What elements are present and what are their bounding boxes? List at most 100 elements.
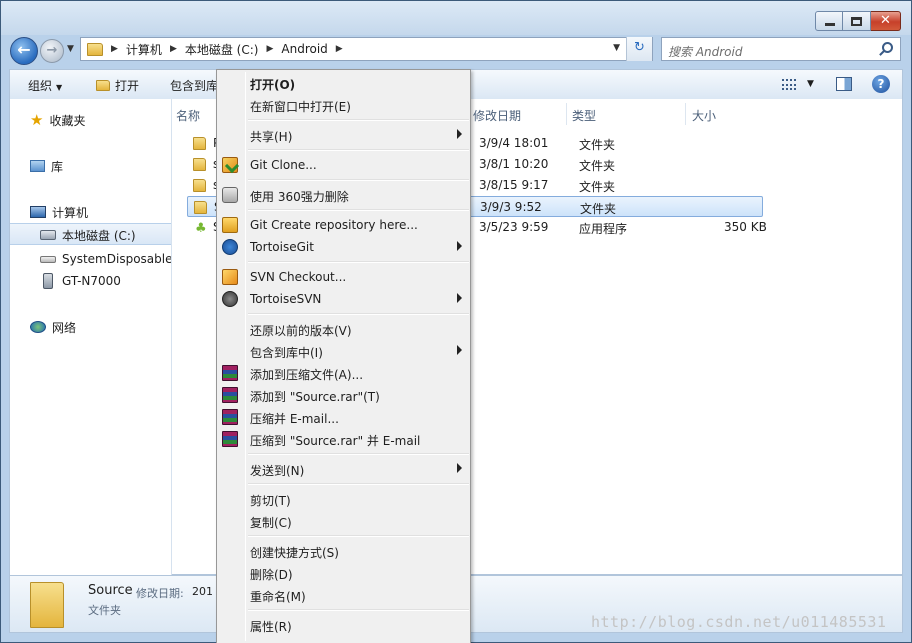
folder-icon bbox=[193, 137, 206, 150]
menu-item-label: 使用 360强力删除 bbox=[250, 190, 349, 204]
nav-item-libraries[interactable]: 库 bbox=[30, 156, 63, 176]
back-button[interactable]: ← bbox=[10, 37, 38, 65]
search-input[interactable]: 搜索 Android bbox=[661, 37, 901, 61]
breadcrumb-separator-icon[interactable]: ▶ bbox=[170, 44, 177, 54]
include-in-library-button[interactable]: 包含到库 bbox=[170, 77, 218, 94]
menu-item-label: 压缩并 E-mail... bbox=[250, 412, 339, 426]
menu-separator bbox=[248, 313, 469, 315]
menu-item-include-in-library[interactable]: 包含到库中(I) bbox=[219, 340, 468, 362]
menu-item-label: 打开(O) bbox=[250, 78, 296, 92]
column-separator[interactable] bbox=[685, 103, 686, 125]
file-date: 3/5/23 9:59 bbox=[479, 220, 549, 234]
menu-item-open-new-window[interactable]: 在新窗口中打开(E) bbox=[219, 94, 468, 116]
menu-item-label: 包含到库中(I) bbox=[250, 346, 323, 360]
menu-item-svn-checkout[interactable]: SVN Checkout... bbox=[219, 266, 468, 288]
column-header-date[interactable]: 修改日期 bbox=[467, 99, 571, 127]
column-header-type[interactable]: 类型 bbox=[572, 99, 596, 127]
view-options-chevron-icon[interactable]: ▼ bbox=[807, 79, 814, 89]
close-icon: ✕ bbox=[880, 13, 891, 28]
menu-item-label: 删除(D) bbox=[250, 568, 293, 582]
menu-item-compress-and-email[interactable]: 压缩并 E-mail... bbox=[219, 406, 468, 428]
preview-pane-icon[interactable] bbox=[836, 77, 852, 91]
menu-item-360-force-delete[interactable]: 使用 360强力删除 bbox=[219, 184, 468, 206]
nav-item-computer[interactable]: 计算机 bbox=[30, 202, 88, 222]
menu-item-label: 创建快捷方式(S) bbox=[250, 546, 339, 560]
folder-large-icon bbox=[30, 582, 64, 628]
minimize-button[interactable] bbox=[815, 11, 843, 31]
folder-icon bbox=[193, 158, 206, 171]
column-separator[interactable] bbox=[566, 103, 567, 125]
nav-item-network[interactable]: 网络 bbox=[30, 317, 76, 337]
menu-item-delete[interactable]: 删除(D) bbox=[219, 562, 468, 584]
column-header-name[interactable]: 名称 bbox=[176, 99, 200, 127]
address-bar[interactable]: ▶ 计算机 ▶ 本地磁盘 (C:) ▶ Android ▶ ▼ ↻ bbox=[80, 37, 653, 61]
folder-icon bbox=[194, 201, 207, 214]
details-type: 文件夹 bbox=[88, 604, 121, 617]
help-icon[interactable]: ? bbox=[872, 75, 890, 93]
close-button[interactable]: ✕ bbox=[871, 11, 901, 31]
menu-item-git-clone[interactable]: Git Clone... bbox=[219, 154, 468, 176]
android-app-icon: ♣ bbox=[195, 221, 207, 236]
file-type: 文件夹 bbox=[579, 159, 616, 173]
file-date: 3/9/4 18:01 bbox=[479, 136, 549, 150]
forward-button[interactable]: → bbox=[40, 39, 64, 63]
maximize-button[interactable] bbox=[843, 11, 871, 31]
breadcrumb-local-disk[interactable]: 本地磁盘 (C:) bbox=[185, 41, 259, 58]
nav-item-system-disposable[interactable]: SystemDisposableI bbox=[40, 249, 171, 269]
nav-item-label: 计算机 bbox=[52, 205, 89, 220]
refresh-button[interactable]: ↻ bbox=[626, 37, 652, 61]
change-view-icon[interactable] bbox=[782, 79, 796, 90]
file-date: 3/8/15 9:17 bbox=[479, 178, 549, 192]
menu-item-compress-source-and-email[interactable]: 压缩到 "Source.rar" 并 E-mail bbox=[219, 428, 468, 450]
breadcrumb-separator-icon[interactable]: ▶ bbox=[111, 44, 118, 54]
menu-item-label: 复制(C) bbox=[250, 516, 292, 530]
favorites-star-icon: ★ bbox=[30, 111, 44, 129]
menu-separator bbox=[248, 209, 469, 211]
organize-button[interactable]: 组织 ▼ bbox=[28, 77, 62, 94]
menu-item-tortoisesvn[interactable]: TortoiseSVN bbox=[219, 288, 468, 310]
nav-item-label: 本地磁盘 (C:) bbox=[62, 228, 136, 243]
nav-item-gt-n7000[interactable]: GT-N7000 bbox=[40, 271, 121, 291]
git-clone-icon bbox=[222, 157, 238, 173]
menu-item-add-to-source-rar[interactable]: 添加到 "Source.rar"(T) bbox=[219, 384, 468, 406]
breadcrumb-separator-icon[interactable]: ▶ bbox=[266, 44, 273, 54]
menu-separator bbox=[248, 453, 469, 455]
breadcrumb-separator-icon[interactable]: ▶ bbox=[336, 44, 343, 54]
folder-icon bbox=[87, 42, 103, 56]
menu-item-properties[interactable]: 属性(R) bbox=[219, 614, 468, 636]
menu-item-label: 压缩到 "Source.rar" 并 E-mail bbox=[250, 434, 421, 448]
menu-item-rename[interactable]: 重命名(M) bbox=[219, 584, 468, 606]
menu-item-add-to-archive[interactable]: 添加到压缩文件(A)... bbox=[219, 362, 468, 384]
navigation-row: ← → ▼ ▶ 计算机 ▶ 本地磁盘 (C:) ▶ Android ▶ ▼ ↻ … bbox=[1, 35, 911, 65]
menu-item-create-shortcut[interactable]: 创建快捷方式(S) bbox=[219, 540, 468, 562]
menu-item-git-create-repository[interactable]: Git Create repository here... bbox=[219, 214, 468, 236]
menu-separator bbox=[248, 609, 469, 611]
nav-item-favorites[interactable]: ★ 收藏夹 bbox=[30, 110, 85, 130]
open-button[interactable]: 打开 bbox=[96, 77, 139, 94]
menu-item-label: TortoiseGit bbox=[250, 240, 314, 254]
nav-item-local-disk-c[interactable]: 本地磁盘 (C:) bbox=[40, 225, 136, 245]
details-modified-value: 201 bbox=[192, 585, 213, 598]
menu-item-share[interactable]: 共享(H) bbox=[219, 124, 468, 146]
menu-item-restore-previous-versions[interactable]: 还原以前的版本(V) bbox=[219, 318, 468, 340]
menu-item-copy[interactable]: 复制(C) bbox=[219, 510, 468, 532]
phone-device-icon bbox=[43, 273, 53, 289]
address-dropdown-icon[interactable]: ▼ bbox=[613, 43, 620, 53]
search-icon[interactable] bbox=[882, 42, 893, 53]
nav-item-label: GT-N7000 bbox=[62, 274, 121, 288]
breadcrumb-computer[interactable]: 计算机 bbox=[126, 41, 162, 58]
navigation-pane[interactable]: ★ 收藏夹 库 计算机 本地磁盘 (C:) SystemDisposableI G… bbox=[10, 99, 172, 575]
breadcrumb-android[interactable]: Android bbox=[281, 42, 327, 56]
menu-item-open[interactable]: 打开(O) bbox=[219, 72, 468, 94]
column-header-size[interactable]: 大小 bbox=[692, 99, 716, 127]
file-type: 文件夹 bbox=[579, 138, 616, 152]
open-folder-icon bbox=[96, 80, 110, 91]
menu-item-cut[interactable]: 剪切(T) bbox=[219, 488, 468, 510]
menu-item-label: Git Clone... bbox=[250, 158, 317, 172]
recent-pages-chevron-icon[interactable]: ▼ bbox=[67, 44, 74, 54]
winrar-icon bbox=[222, 409, 238, 425]
title-bar[interactable]: ✕ bbox=[1, 1, 911, 35]
menu-item-tortoisegit[interactable]: TortoiseGit bbox=[219, 236, 468, 258]
menu-item-send-to[interactable]: 发送到(N) bbox=[219, 458, 468, 480]
git-repository-icon bbox=[222, 217, 238, 233]
